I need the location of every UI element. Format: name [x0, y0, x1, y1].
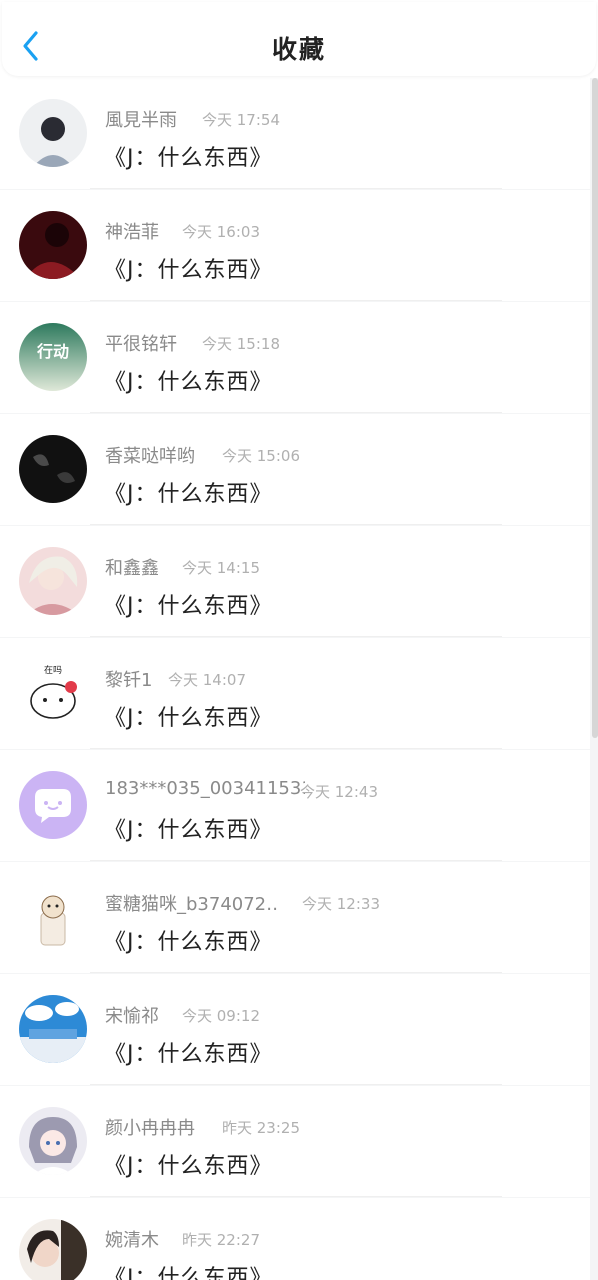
avatar[interactable] [19, 99, 87, 167]
sender-name: 婉清木 [105, 1230, 159, 1251]
sender-name: 風見半雨 [105, 110, 177, 131]
list-item[interactable]: 神浩菲 今天 16:03 《J：什么东西》 [0, 190, 590, 301]
favorites-list: 風見半雨 今天 17:54 《J：什么东西》 神浩菲 今天 16:03 《J：什… [0, 78, 590, 1280]
divider [90, 412, 502, 413]
message-preview: 《J：什么东西》 [104, 258, 273, 283]
avatar[interactable] [19, 547, 87, 615]
sender-name: 香菜哒咩哟 [105, 446, 195, 467]
sender-name: 蜜糖猫咪_b374072… [105, 894, 277, 915]
sender-name: 平很铭轩 [105, 334, 177, 355]
timestamp: 今天 12:43 [300, 783, 378, 801]
avatar[interactable] [19, 435, 87, 503]
message-preview: 《J：什么东西》 [104, 370, 273, 395]
timestamp: 昨天 23:25 [222, 1119, 300, 1137]
avatar-caption: 在吗 [44, 664, 62, 676]
divider [90, 188, 502, 189]
divider [90, 1196, 502, 1197]
divider [90, 524, 502, 525]
timestamp: 今天 16:03 [182, 223, 260, 241]
sender-name: 神浩菲 [105, 222, 159, 243]
list-item[interactable]: 颜小冉冉冉 昨天 23:25 《J：什么东西》 [0, 1086, 590, 1197]
divider [90, 748, 502, 749]
page-title: 收藏 [271, 35, 326, 64]
top-bar: 收藏 [2, 2, 596, 76]
message-preview: 《J：什么东西》 [104, 1266, 273, 1280]
message-preview: 《J：什么东西》 [104, 482, 273, 507]
divider [90, 636, 502, 637]
list-item[interactable]: 蜜糖猫咪_b374072… 今天 12:33 《J：什么东西》 [0, 862, 590, 973]
timestamp: 今天 17:54 [202, 111, 280, 129]
avatar[interactable] [19, 1107, 87, 1175]
avatar[interactable] [19, 1219, 87, 1280]
avatar[interactable] [19, 211, 87, 279]
avatar[interactable]: 行动 [19, 323, 87, 391]
avatar[interactable] [19, 883, 87, 951]
sender-name: 颜小冉冉冉 [105, 1118, 195, 1139]
sender-name: 黎钎1 [105, 670, 153, 691]
sender-name: 和鑫鑫 [105, 558, 159, 579]
list-item[interactable]: 婉清木 昨天 22:27 《J：什么东西》 [0, 1198, 590, 1280]
timestamp: 今天 15:18 [202, 335, 280, 353]
message-preview: 《J：什么东西》 [104, 818, 273, 843]
timestamp: 今天 15:06 [222, 447, 300, 465]
divider [90, 300, 502, 301]
list-item[interactable]: 風見半雨 今天 17:54 《J：什么东西》 [0, 78, 590, 189]
divider [90, 1084, 502, 1085]
timestamp: 昨天 22:27 [182, 1231, 260, 1249]
list-item[interactable]: 行动 平很铭轩 今天 15:18 《J：什么东西》 [0, 302, 590, 413]
list-item[interactable]: 香菜哒咩哟 今天 15:06 《J：什么东西》 [0, 414, 590, 525]
message-preview: 《J：什么东西》 [104, 594, 273, 619]
avatar[interactable] [19, 771, 87, 839]
favorites-list-area[interactable]: 風見半雨 今天 17:54 《J：什么东西》 神浩菲 今天 16:03 《J：什… [0, 78, 598, 1280]
timestamp: 今天 14:07 [168, 671, 246, 689]
timestamp: 今天 12:33 [302, 895, 380, 913]
list-item[interactable]: 在吗 黎钎1 今天 14:07 《J：什么东西》 [0, 638, 590, 749]
divider [90, 972, 502, 973]
list-item[interactable]: 和鑫鑫 今天 14:15 《J：什么东西》 [0, 526, 590, 637]
message-preview: 《J：什么东西》 [104, 706, 273, 731]
sender-name: 183***035_0034115318 [105, 778, 305, 799]
timestamp: 今天 09:12 [182, 1007, 260, 1025]
avatar[interactable] [19, 995, 87, 1063]
divider [90, 860, 502, 861]
avatar[interactable]: 在吗 [19, 659, 87, 727]
list-item[interactable]: 宋愉祁 今天 09:12 《J：什么东西》 [0, 974, 590, 1085]
list-item[interactable]: 183***035_0034115318 今天 12:43 《J：什么东西》 [0, 750, 590, 861]
message-preview: 《J：什么东西》 [104, 930, 273, 955]
message-preview: 《J：什么东西》 [104, 146, 273, 171]
message-preview: 《J：什么东西》 [104, 1042, 273, 1067]
sender-name: 宋愉祁 [105, 1006, 159, 1027]
avatar-caption: 行动 [36, 342, 69, 361]
timestamp: 今天 14:15 [182, 559, 260, 577]
message-preview: 《J：什么东西》 [104, 1154, 273, 1179]
scrollbar[interactable] [592, 78, 598, 738]
chat-bubble-icon [19, 771, 87, 839]
